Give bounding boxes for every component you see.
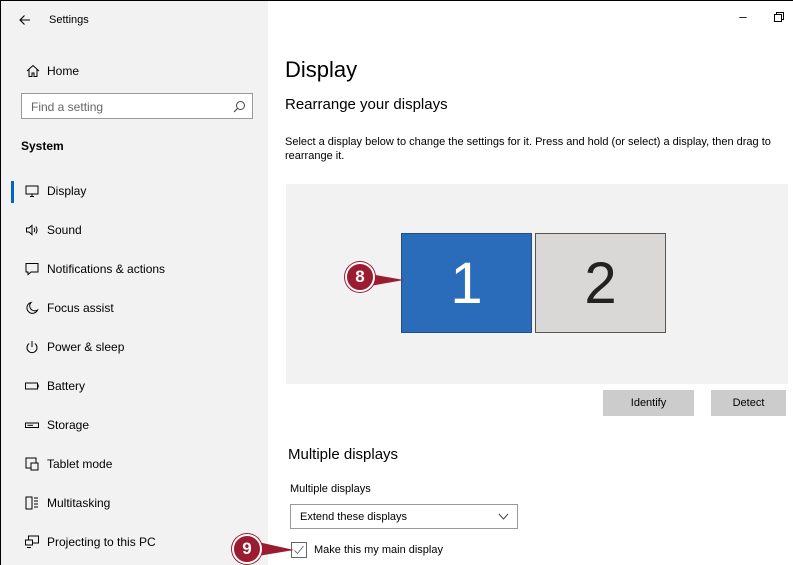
sidebar-item-label: Focus assist [47, 301, 114, 315]
restore-icon [774, 12, 784, 22]
sidebar-home[interactable]: Home [1, 59, 269, 85]
detect-button[interactable]: Detect [711, 390, 786, 416]
sidebar-item-storage[interactable]: Storage [1, 407, 269, 443]
sidebar-item-tablet-mode[interactable]: Tablet mode [1, 446, 269, 482]
sidebar-item-label: Battery [47, 379, 86, 393]
multiple-displays-label: Multiple displays [290, 483, 371, 495]
identify-button[interactable]: Identify [603, 390, 694, 416]
back-arrow-icon [19, 15, 30, 25]
sidebar: Settings Home Find a setting System Disp… [0, 0, 268, 565]
rearrange-description: Select a display below to change the set… [285, 136, 771, 162]
sidebar-item-label: Power & sleep [47, 340, 125, 354]
notifications-icon [25, 263, 39, 276]
battery-icon [25, 382, 39, 390]
multiple-displays-heading: Multiple displays [288, 446, 399, 463]
sidebar-item-focus-assist[interactable]: Focus assist [1, 290, 269, 326]
page-title: Display [285, 57, 358, 82]
home-icon [26, 64, 40, 77]
sidebar-item-power-sleep[interactable]: Power & sleep [1, 329, 269, 365]
callout-9-arrow [258, 542, 294, 556]
sidebar-item-label: Sound [47, 223, 82, 237]
section-title: System [21, 139, 64, 153]
sidebar-item-display[interactable]: Display [1, 173, 269, 209]
monitor-1[interactable]: 1 [401, 233, 532, 333]
monitor-2[interactable]: 2 [535, 233, 666, 333]
search-placeholder: Find a setting [31, 100, 104, 114]
back-button[interactable] [13, 9, 37, 31]
search-icon [233, 101, 245, 113]
sidebar-item-projecting[interactable]: Projecting to this PC [1, 524, 269, 560]
callout-9: 9 [232, 534, 262, 564]
sidebar-item-label: Display [47, 184, 87, 198]
search-input[interactable]: Find a setting [21, 93, 253, 119]
sidebar-item-battery[interactable]: Battery [1, 368, 269, 404]
sidebar-item-sound[interactable]: Sound [1, 212, 269, 248]
main-display-label: Make this my main display [314, 544, 443, 556]
chevron-down-icon [498, 513, 509, 520]
sidebar-item-label: Storage [47, 418, 90, 432]
storage-icon [25, 422, 39, 428]
sidebar-item-multitasking[interactable]: Multitasking [1, 485, 269, 521]
display-icon [25, 185, 39, 197]
multitasking-icon [25, 496, 38, 510]
callout-8-arrow [370, 274, 404, 286]
multiple-displays-dropdown[interactable]: Extend these displays [290, 504, 518, 529]
minimize-button[interactable]: – [730, 9, 756, 24]
maximize-button[interactable] [766, 10, 792, 25]
sound-icon [26, 224, 38, 236]
dropdown-value: Extend these displays [300, 511, 408, 523]
sidebar-item-label: Notifications & actions [47, 262, 166, 276]
rearrange-heading: Rearrange your displays [285, 96, 448, 113]
sidebar-item-label: Multitasking [47, 496, 111, 510]
sidebar-item-notifications[interactable]: Notifications & actions [1, 251, 269, 287]
projecting-icon [25, 535, 39, 548]
sidebar-item-label: Tablet mode [47, 457, 113, 471]
tablet-mode-icon [25, 457, 39, 471]
app-title: Settings [49, 14, 89, 26]
focus-assist-icon [26, 301, 39, 314]
power-icon [26, 341, 38, 354]
callout-8: 8 [345, 262, 375, 292]
home-label: Home [47, 64, 80, 78]
sidebar-item-label: Projecting to this PC [47, 535, 156, 549]
